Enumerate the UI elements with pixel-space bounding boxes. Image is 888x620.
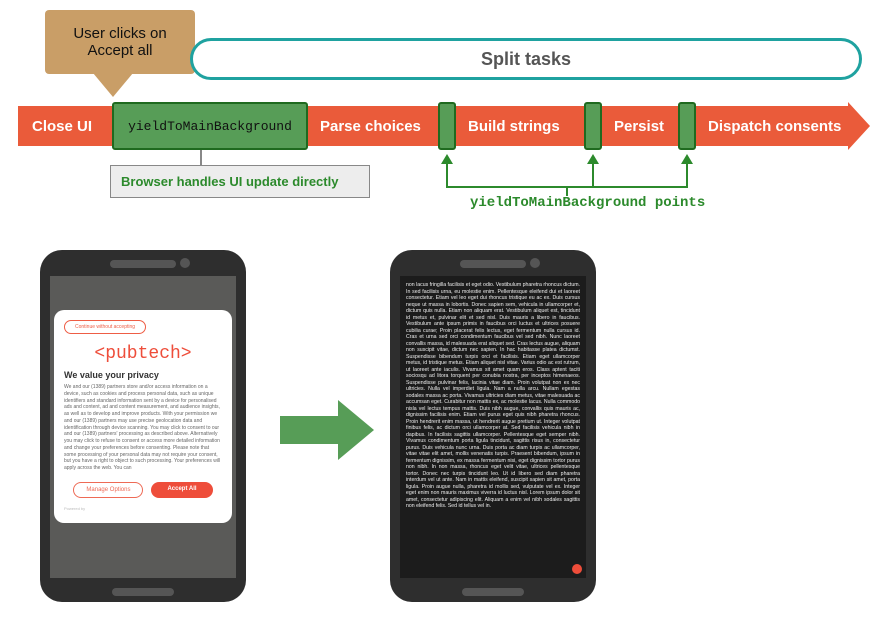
yield-to-main-block: yieldToMainBackground xyxy=(112,102,308,150)
yield-point-1 xyxy=(438,102,456,150)
seg-parse-choices: Parse choices xyxy=(320,106,421,146)
seg-build-strings: Build strings xyxy=(468,106,560,146)
dialog-title: We value your privacy xyxy=(64,370,222,380)
dialog-button-row: Manage Options Accept All xyxy=(64,482,222,498)
split-tasks-label: Split tasks xyxy=(481,49,571,70)
phone-notch-icon xyxy=(460,260,526,268)
seg-dispatch: Dispatch consents xyxy=(708,106,841,146)
phone-home-icon xyxy=(112,588,174,596)
arrow-head-icon xyxy=(848,102,870,150)
timeline-arrow: Close UI yieldToMainBackground Parse cho… xyxy=(18,106,868,146)
yield-point-2 xyxy=(584,102,602,150)
accept-all-button[interactable]: Accept All xyxy=(151,482,212,498)
yield-points-label: yieldToMainBackground points xyxy=(470,195,705,211)
phone-home-icon xyxy=(462,588,524,596)
continue-without-button[interactable]: Continue without accepting xyxy=(64,320,146,334)
yield-to-main-label: yieldToMainBackground xyxy=(128,119,292,134)
seg-close-ui: Close UI xyxy=(32,106,92,146)
up-arrow-2-icon xyxy=(592,156,594,186)
yield-point-3 xyxy=(678,102,696,150)
phone-after: non lacus fringilla facilisis et eget od… xyxy=(390,250,596,602)
split-tasks-pill: Split tasks xyxy=(190,38,862,80)
phone-after-screen: non lacus fringilla facilisis et eget od… xyxy=(400,276,586,578)
diagram-root: User clicks on Accept all Split tasks Cl… xyxy=(10,10,878,610)
up-arrow-3-icon xyxy=(686,156,688,186)
user-clicks-callout: User clicks on Accept all xyxy=(45,10,195,74)
fab-icon[interactable] xyxy=(572,564,582,574)
phone-notch-icon xyxy=(110,260,176,268)
phone-before-screen: Continue without accepting <pubtech> We … xyxy=(50,276,236,578)
transition-arrow-icon xyxy=(280,400,380,460)
phone-camera-icon xyxy=(530,258,540,268)
manage-options-button[interactable]: Manage Options xyxy=(73,482,143,498)
phone-before: Continue without accepting <pubtech> We … xyxy=(40,250,246,602)
browser-handles-info: Browser handles UI update directly xyxy=(110,165,370,198)
pubtech-logo: <pubtech> xyxy=(64,344,222,364)
phones-area: Continue without accepting <pubtech> We … xyxy=(40,250,740,610)
arrow-head xyxy=(338,400,374,460)
phone-camera-icon xyxy=(180,258,190,268)
seg-persist: Persist xyxy=(614,106,664,146)
arrow-shaft xyxy=(280,416,340,444)
dialog-body: We and our (1389) partners store and/or … xyxy=(64,384,222,472)
powered-by-text: Powered by xyxy=(64,506,222,511)
article-text: non lacus fringilla facilisis et eget od… xyxy=(402,278,584,576)
callout-text: User clicks on Accept all xyxy=(55,25,185,59)
up-arrow-1-icon xyxy=(446,156,448,186)
connector-line xyxy=(200,150,202,165)
consent-dialog: Continue without accepting <pubtech> We … xyxy=(54,310,232,523)
